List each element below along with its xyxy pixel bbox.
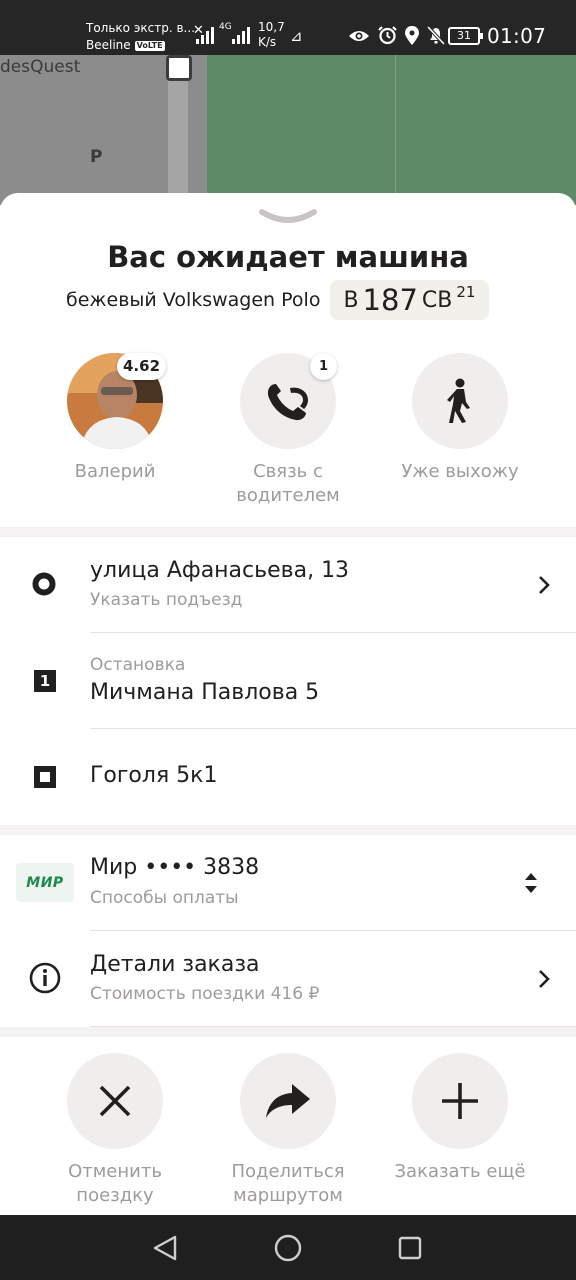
system-nav-bar bbox=[0, 1215, 576, 1280]
carrier-info: Только экстр. в... Beeline VoLTE bbox=[86, 20, 195, 54]
cancel-ride-button[interactable] bbox=[67, 1053, 163, 1149]
close-icon bbox=[99, 1085, 131, 1117]
bell-off-icon bbox=[427, 26, 445, 45]
carrier-name: Beeline bbox=[86, 38, 131, 52]
cancel-ride-label: Отменить поездку bbox=[68, 1161, 162, 1206]
chevron-right-icon bbox=[539, 576, 550, 594]
parking-icon: P bbox=[90, 147, 103, 167]
section-divider bbox=[0, 1027, 576, 1037]
section-divider bbox=[0, 527, 576, 537]
walking-person-icon bbox=[447, 378, 470, 423]
phone-icon bbox=[267, 384, 308, 421]
destination-point-icon bbox=[34, 766, 56, 788]
carrier-line1: Только экстр. в... bbox=[86, 21, 196, 35]
signal-icon-2 bbox=[232, 26, 250, 44]
battery-icon: 31 bbox=[448, 27, 483, 45]
navigation-icon: ⊿ bbox=[290, 27, 303, 45]
card-label: Мир •••• 3838 bbox=[90, 855, 260, 880]
home-icon[interactable] bbox=[274, 1234, 302, 1262]
car-marker-icon[interactable] bbox=[166, 55, 192, 81]
alarm-icon bbox=[378, 26, 397, 45]
start-address: улица Афанасьева, 13 bbox=[90, 558, 350, 583]
plus-icon bbox=[442, 1083, 478, 1119]
car-description: бежевый Volkswagen Polo bbox=[66, 289, 321, 311]
payment-row[interactable] bbox=[0, 835, 576, 930]
chevron-right-icon bbox=[539, 970, 550, 988]
payment-methods-label: Способы оплаты bbox=[90, 888, 239, 908]
order-more-label: Заказать ещё bbox=[394, 1161, 526, 1182]
share-arrow-icon bbox=[266, 1084, 310, 1118]
signal-icon bbox=[196, 26, 214, 44]
stop-caption: Остановка bbox=[90, 655, 186, 675]
order-more-button[interactable] bbox=[412, 1053, 508, 1149]
order-details-row[interactable] bbox=[0, 931, 576, 1026]
page-title: Вас ожидает машина bbox=[107, 240, 469, 274]
route-start-row[interactable] bbox=[0, 537, 576, 632]
share-route-label: Поделиться маршрутом bbox=[231, 1161, 345, 1206]
going-out-label: Уже выхожу bbox=[401, 461, 519, 482]
collapse-handle-icon[interactable] bbox=[257, 208, 319, 226]
license-plate: В 187 СВ 21 bbox=[330, 280, 490, 320]
recents-icon[interactable] bbox=[398, 1236, 422, 1260]
network-type: 4G bbox=[219, 22, 232, 32]
route-destination-row[interactable] bbox=[0, 729, 576, 824]
map-park-area bbox=[207, 55, 576, 205]
entrance-hint[interactable]: Указать подъезд bbox=[90, 590, 242, 610]
map-path bbox=[395, 55, 396, 205]
trip-cost: Стоимость поездки 416 ₽ bbox=[90, 984, 320, 1004]
unread-badge: 1 bbox=[310, 353, 337, 380]
order-details-title: Детали заказа bbox=[90, 952, 260, 977]
stop-number-icon: 1 bbox=[34, 670, 56, 692]
share-route-button[interactable] bbox=[240, 1053, 336, 1149]
map-poi-label: desQuest bbox=[0, 57, 81, 77]
section-divider bbox=[0, 825, 576, 835]
start-point-icon bbox=[32, 572, 56, 596]
contact-driver-label: Связь с водителем bbox=[236, 461, 340, 506]
map-view[interactable]: desQuest P bbox=[0, 55, 576, 205]
driver-name: Валерий bbox=[74, 461, 156, 482]
eye-icon bbox=[349, 30, 369, 41]
info-icon bbox=[29, 962, 61, 994]
destination-address: Гоголя 5к1 bbox=[90, 763, 218, 788]
network-speed: 10,7 K/s bbox=[258, 20, 285, 49]
car-info: бежевый Volkswagen Polo В 187 СВ 21 bbox=[66, 280, 490, 320]
volte-badge: VoLTE bbox=[134, 40, 165, 51]
location-icon bbox=[405, 26, 419, 45]
expand-collapse-icon[interactable] bbox=[523, 870, 539, 896]
mir-card-icon: МИР bbox=[16, 863, 74, 902]
driver-rating: 4.62 bbox=[117, 353, 167, 380]
stop-address: Мичмана Павлова 5 bbox=[90, 680, 320, 705]
clock: 01:07 bbox=[487, 24, 547, 48]
going-out-button[interactable] bbox=[412, 353, 508, 449]
back-icon[interactable] bbox=[151, 1234, 179, 1262]
